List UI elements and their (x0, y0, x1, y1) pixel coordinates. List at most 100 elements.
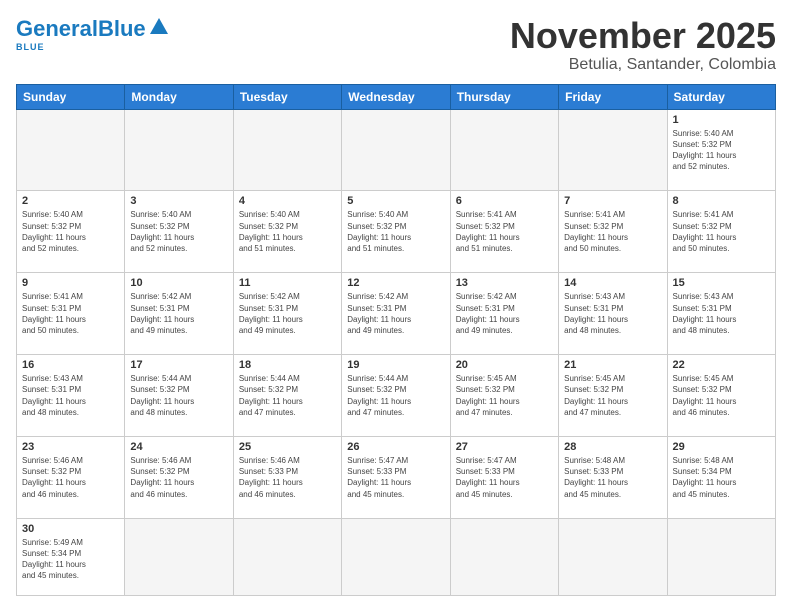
calendar-cell: 11 Sunrise: 5:42 AM Sunset: 5:31 PM Dayli… (233, 273, 341, 355)
day-number: 3 (130, 195, 227, 207)
calendar-cell: 18 Sunrise: 5:44 AM Sunset: 5:32 PM Dayli… (233, 355, 341, 437)
page: GeneralBlue BLUE November 2025 Betulia, … (0, 0, 792, 612)
day-number: 5 (347, 195, 444, 207)
title-block: November 2025 Betulia, Santander, Colomb… (510, 16, 776, 74)
weekday-header-friday: Friday (559, 84, 667, 109)
month-title: November 2025 (510, 16, 776, 56)
calendar-cell (125, 518, 233, 595)
day-number: 23 (22, 441, 119, 453)
day-info: Sunrise: 5:43 AM Sunset: 5:31 PM Dayligh… (673, 291, 770, 336)
calendar-cell (125, 109, 233, 191)
calendar-cell (17, 109, 125, 191)
calendar-cell: 9Sunrise: 5:41 AM Sunset: 5:31 PM Daylig… (17, 273, 125, 355)
day-info: Sunrise: 5:41 AM Sunset: 5:32 PM Dayligh… (564, 209, 661, 254)
day-info: Sunrise: 5:45 AM Sunset: 5:32 PM Dayligh… (673, 373, 770, 418)
calendar-week-row: 16Sunrise: 5:43 AM Sunset: 5:31 PM Dayli… (17, 355, 776, 437)
day-info: Sunrise: 5:48 AM Sunset: 5:34 PM Dayligh… (673, 455, 770, 500)
logo-general: General (16, 16, 98, 41)
calendar-cell: 1Sunrise: 5:40 AM Sunset: 5:32 PM Daylig… (667, 109, 775, 191)
day-number: 27 (456, 441, 553, 453)
calendar-cell: 8 Sunrise: 5:41 AM Sunset: 5:32 PM Daylig… (667, 191, 775, 273)
calendar-cell: 24 Sunrise: 5:46 AM Sunset: 5:32 PM Dayli… (125, 437, 233, 519)
calendar-cell: 21 Sunrise: 5:45 AM Sunset: 5:32 PM Dayli… (559, 355, 667, 437)
calendar-cell: 4 Sunrise: 5:40 AM Sunset: 5:32 PM Daylig… (233, 191, 341, 273)
day-info: Sunrise: 5:42 AM Sunset: 5:31 PM Dayligh… (130, 291, 227, 336)
calendar-cell (342, 518, 450, 595)
day-number: 2 (22, 195, 119, 207)
calendar-table: SundayMondayTuesdayWednesdayThursdayFrid… (16, 84, 776, 596)
day-info: Sunrise: 5:46 AM Sunset: 5:33 PM Dayligh… (239, 455, 336, 500)
day-number: 28 (564, 441, 661, 453)
weekday-header-monday: Monday (125, 84, 233, 109)
day-info: Sunrise: 5:40 AM Sunset: 5:32 PM Dayligh… (130, 209, 227, 254)
day-number: 4 (239, 195, 336, 207)
day-info: Sunrise: 5:41 AM Sunset: 5:32 PM Dayligh… (673, 209, 770, 254)
day-number: 30 (22, 523, 119, 535)
weekday-header-sunday: Sunday (17, 84, 125, 109)
logo-blue: Blue (98, 16, 146, 41)
day-number: 24 (130, 441, 227, 453)
calendar-cell: 28Sunrise: 5:48 AM Sunset: 5:33 PM Dayli… (559, 437, 667, 519)
day-info: Sunrise: 5:42 AM Sunset: 5:31 PM Dayligh… (347, 291, 444, 336)
logo-text: GeneralBlue (16, 18, 146, 40)
calendar-cell: 14Sunrise: 5:43 AM Sunset: 5:31 PM Dayli… (559, 273, 667, 355)
header: GeneralBlue BLUE November 2025 Betulia, … (16, 16, 776, 74)
logo: GeneralBlue BLUE (16, 16, 170, 52)
day-number: 21 (564, 359, 661, 371)
day-info: Sunrise: 5:40 AM Sunset: 5:32 PM Dayligh… (239, 209, 336, 254)
day-number: 17 (130, 359, 227, 371)
day-info: Sunrise: 5:45 AM Sunset: 5:32 PM Dayligh… (564, 373, 661, 418)
day-number: 9 (22, 277, 119, 289)
logo-subtext: BLUE (16, 42, 45, 52)
weekday-header-tuesday: Tuesday (233, 84, 341, 109)
day-info: Sunrise: 5:45 AM Sunset: 5:32 PM Dayligh… (456, 373, 553, 418)
calendar-cell: 26 Sunrise: 5:47 AM Sunset: 5:33 PM Dayli… (342, 437, 450, 519)
calendar-cell: 27Sunrise: 5:47 AM Sunset: 5:33 PM Dayli… (450, 437, 558, 519)
calendar-cell (559, 109, 667, 191)
calendar-cell: 10Sunrise: 5:42 AM Sunset: 5:31 PM Dayli… (125, 273, 233, 355)
day-info: Sunrise: 5:42 AM Sunset: 5:31 PM Dayligh… (239, 291, 336, 336)
weekday-header-row: SundayMondayTuesdayWednesdayThursdayFrid… (17, 84, 776, 109)
day-info: Sunrise: 5:49 AM Sunset: 5:34 PM Dayligh… (22, 537, 119, 582)
day-info: Sunrise: 5:44 AM Sunset: 5:32 PM Dayligh… (347, 373, 444, 418)
day-info: Sunrise: 5:40 AM Sunset: 5:32 PM Dayligh… (347, 209, 444, 254)
day-number: 15 (673, 277, 770, 289)
day-info: Sunrise: 5:44 AM Sunset: 5:32 PM Dayligh… (239, 373, 336, 418)
calendar-week-row: 2 Sunrise: 5:40 AM Sunset: 5:32 PM Daylig… (17, 191, 776, 273)
calendar-cell (233, 109, 341, 191)
day-info: Sunrise: 5:42 AM Sunset: 5:31 PM Dayligh… (456, 291, 553, 336)
calendar-week-row: 30 Sunrise: 5:49 AM Sunset: 5:34 PM Dayli… (17, 518, 776, 595)
day-info: Sunrise: 5:47 AM Sunset: 5:33 PM Dayligh… (347, 455, 444, 500)
calendar-cell: 5 Sunrise: 5:40 AM Sunset: 5:32 PM Daylig… (342, 191, 450, 273)
day-info: Sunrise: 5:44 AM Sunset: 5:32 PM Dayligh… (130, 373, 227, 418)
calendar-cell: 29 Sunrise: 5:48 AM Sunset: 5:34 PM Dayli… (667, 437, 775, 519)
calendar-cell: 20Sunrise: 5:45 AM Sunset: 5:32 PM Dayli… (450, 355, 558, 437)
calendar-cell: 2 Sunrise: 5:40 AM Sunset: 5:32 PM Daylig… (17, 191, 125, 273)
calendar-week-row: 23 Sunrise: 5:46 AM Sunset: 5:32 PM Dayli… (17, 437, 776, 519)
calendar-week-row: 1Sunrise: 5:40 AM Sunset: 5:32 PM Daylig… (17, 109, 776, 191)
day-number: 25 (239, 441, 336, 453)
day-info: Sunrise: 5:43 AM Sunset: 5:31 PM Dayligh… (22, 373, 119, 418)
calendar-cell: 22 Sunrise: 5:45 AM Sunset: 5:32 PM Dayli… (667, 355, 775, 437)
day-number: 14 (564, 277, 661, 289)
calendar-cell: 12 Sunrise: 5:42 AM Sunset: 5:31 PM Dayli… (342, 273, 450, 355)
calendar-cell (342, 109, 450, 191)
day-info: Sunrise: 5:46 AM Sunset: 5:32 PM Dayligh… (130, 455, 227, 500)
day-info: Sunrise: 5:40 AM Sunset: 5:32 PM Dayligh… (22, 209, 119, 254)
calendar-cell: 6Sunrise: 5:41 AM Sunset: 5:32 PM Daylig… (450, 191, 558, 273)
calendar-cell: 23Sunrise: 5:46 AM Sunset: 5:32 PM Dayli… (17, 437, 125, 519)
day-info: Sunrise: 5:40 AM Sunset: 5:32 PM Dayligh… (673, 128, 770, 173)
day-number: 8 (673, 195, 770, 207)
day-number: 22 (673, 359, 770, 371)
day-number: 11 (239, 277, 336, 289)
day-number: 18 (239, 359, 336, 371)
calendar-cell: 7Sunrise: 5:41 AM Sunset: 5:32 PM Daylig… (559, 191, 667, 273)
location-title: Betulia, Santander, Colombia (510, 56, 776, 74)
calendar-cell (450, 109, 558, 191)
day-info: Sunrise: 5:41 AM Sunset: 5:32 PM Dayligh… (456, 209, 553, 254)
day-number: 26 (347, 441, 444, 453)
calendar-cell: 30 Sunrise: 5:49 AM Sunset: 5:34 PM Dayli… (17, 518, 125, 595)
calendar-cell: 3 Sunrise: 5:40 AM Sunset: 5:32 PM Daylig… (125, 191, 233, 273)
day-number: 12 (347, 277, 444, 289)
day-number: 29 (673, 441, 770, 453)
